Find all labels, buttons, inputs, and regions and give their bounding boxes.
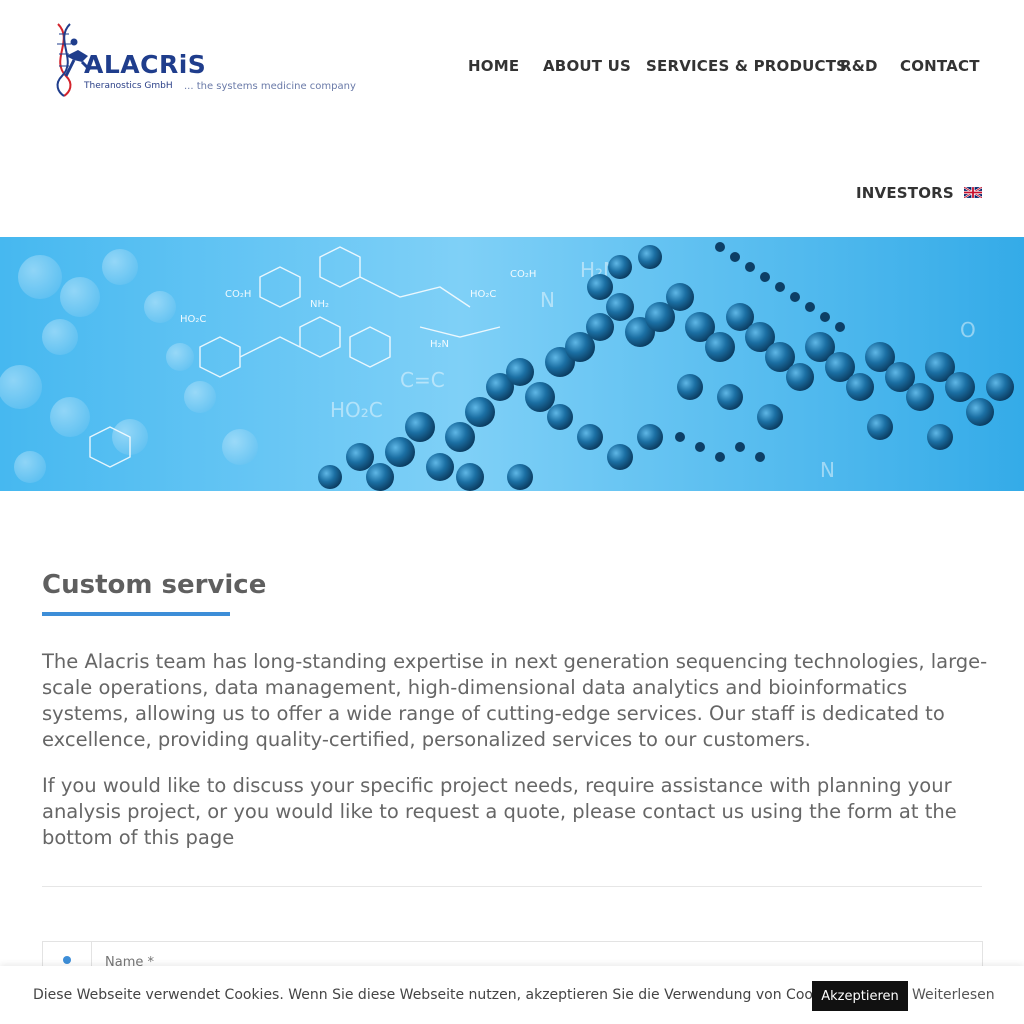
page-title: Custom service <box>42 570 267 600</box>
logo-tagline: ... the systems medicine company <box>184 81 356 92</box>
title-underline <box>42 612 230 616</box>
svg-text:HO₂C: HO₂C <box>330 398 383 422</box>
svg-text:N: N <box>820 458 835 482</box>
nav-r-and-d[interactable]: R&D <box>840 57 878 75</box>
nav-investors[interactable]: INVESTORS <box>856 184 954 202</box>
svg-text:N: N <box>540 288 555 312</box>
site-header: ALACRiS Theranostics GmbH ... the system… <box>0 0 1024 237</box>
svg-text:NH₂: NH₂ <box>310 299 329 310</box>
logo-subtitle: Theranostics GmbH <box>84 81 173 91</box>
svg-text:CO₂H: CO₂H <box>225 289 251 300</box>
contact-paragraph: If you would like to discuss your specif… <box>42 774 957 849</box>
nav-home[interactable]: HOME <box>468 57 519 75</box>
logo-name: ALACRiS <box>84 50 207 79</box>
nav-services-products[interactable]: SERVICES & PRODUCTS <box>646 57 847 75</box>
svg-text:O: O <box>960 318 976 342</box>
dna-molecule-banner-image: HO₂CCO₂H CO₂HHO₂C NH₂H₂N C=CHO₂C H₂NN NO <box>0 237 1024 491</box>
cookie-accept-button[interactable]: Akzeptieren <box>812 981 908 1011</box>
svg-text:CO₂H: CO₂H <box>510 269 536 280</box>
svg-text:C=C: C=C <box>400 368 445 392</box>
svg-text:HO₂C: HO₂C <box>180 314 206 325</box>
nav-about-us[interactable]: ABOUT US <box>543 57 631 75</box>
uk-flag-icon[interactable] <box>964 187 982 198</box>
hero-banner: HO₂C CO₂H CO₂H HO₂C NH₂ H₂N C=C HO₂C H₂N N NO <box>0 237 1024 491</box>
user-icon <box>63 956 71 964</box>
svg-text:HO₂C: HO₂C <box>470 289 496 300</box>
cookie-banner: Diese Webseite verwendet Cookies. Wenn S… <box>0 966 1024 1024</box>
svg-text:H₂N: H₂N <box>430 339 449 350</box>
section-divider <box>42 886 982 887</box>
cookie-read-more-link[interactable]: Weiterlesen <box>912 987 995 1003</box>
intro-paragraph: The Alacris team has long-standing exper… <box>42 650 988 751</box>
nav-contact[interactable]: CONTACT <box>900 57 980 75</box>
cookie-message: Diese Webseite verwendet Cookies. Wenn S… <box>33 987 846 1003</box>
